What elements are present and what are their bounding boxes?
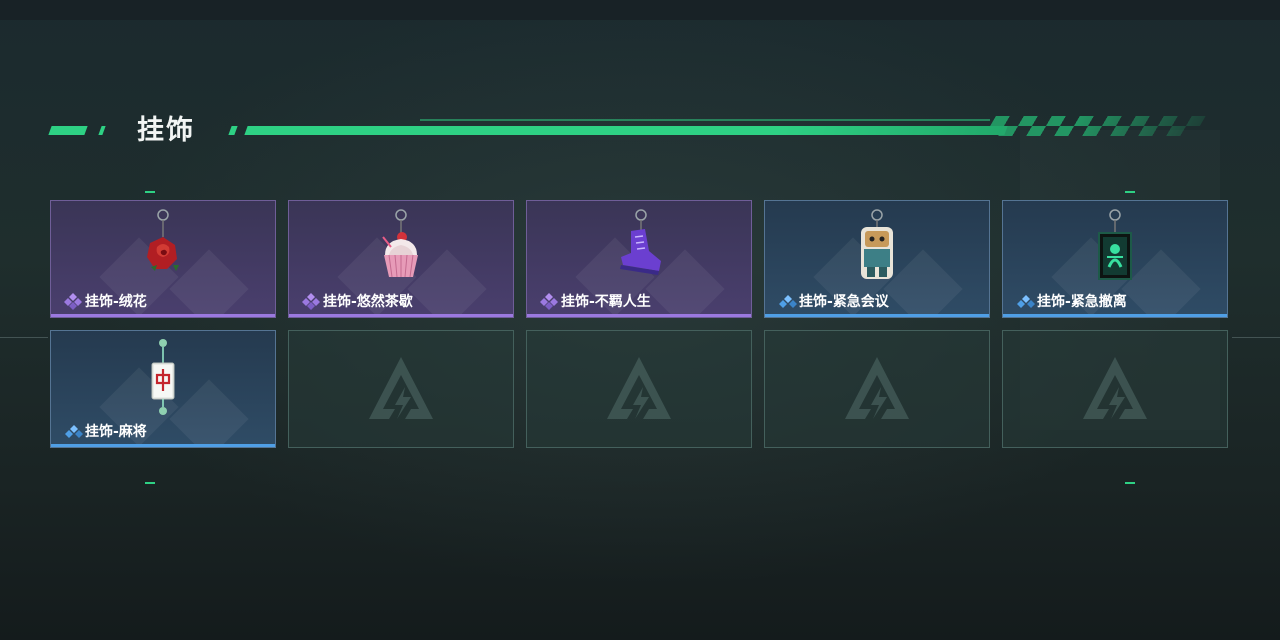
header-accent-line (420, 119, 990, 121)
mahjong-tile-charm-icon (151, 339, 175, 415)
empty-slot[interactable] (526, 330, 752, 448)
game-logo-icon (1083, 357, 1147, 419)
charm-label: 挂饰-麻将 (85, 424, 147, 440)
epic-rarity-icon (302, 293, 320, 310)
charm-card[interactable]: 挂饰-悠然茶歇 (288, 200, 514, 318)
epic-rarity-icon (540, 293, 558, 310)
rare-rarity-icon (1017, 295, 1035, 308)
header-accent-dash (228, 126, 238, 135)
corner-tick (1125, 482, 1135, 484)
sneaker-charm-icon (620, 209, 661, 275)
side-guide-line (1232, 337, 1280, 338)
section-title: 挂饰 (137, 115, 195, 146)
charm-card[interactable]: 挂饰-紧急撤离 (1002, 200, 1228, 318)
game-logo-icon (845, 357, 909, 419)
rarity-bar (527, 314, 751, 317)
game-logo-icon (369, 357, 433, 419)
charm-label: 挂饰-紧急撤离 (1037, 294, 1127, 310)
rarity-bar (51, 444, 275, 447)
rare-rarity-icon (779, 295, 797, 308)
charm-label: 挂饰-绒花 (85, 294, 147, 310)
rarity-bar (289, 314, 513, 317)
emergency-sign-charm-icon (1098, 209, 1132, 280)
charm-card[interactable]: 挂饰-不羁人生 (526, 200, 752, 318)
charm-card[interactable]: 挂饰-紧急会议 (764, 200, 990, 318)
empty-slot[interactable] (764, 330, 990, 448)
charm-card[interactable]: 挂饰-麻将 (50, 330, 276, 448)
charm-card[interactable]: 挂饰-绒花 (50, 200, 276, 318)
empty-slot[interactable] (288, 330, 514, 448)
rarity-bar (51, 314, 275, 317)
robot-charm-icon (861, 209, 893, 279)
empty-slot[interactable] (1002, 330, 1228, 448)
cupcake-charm-icon (382, 209, 418, 278)
corner-tick (145, 482, 155, 484)
header-checker-pattern (984, 116, 1206, 136)
side-guide-line (0, 337, 48, 338)
corner-tick (145, 191, 155, 193)
charm-grid: 挂饰-绒花 挂饰-悠然茶歇 挂饰-不羁人生 挂饰-紧急会议 挂饰-紧急撤离 挂饰… (50, 200, 1230, 450)
charm-label: 挂饰-紧急会议 (799, 294, 889, 310)
header-accent-bar (244, 126, 1008, 135)
rose-charm-icon (147, 209, 179, 271)
header-accent-dash (98, 126, 106, 135)
epic-rarity-icon (64, 293, 82, 310)
corner-tick (1125, 191, 1135, 193)
charm-label: 挂饰-不羁人生 (561, 294, 651, 310)
rare-rarity-icon (65, 425, 83, 438)
rarity-bar (765, 314, 989, 317)
rarity-bar (1003, 314, 1227, 317)
charm-label: 挂饰-悠然茶歇 (323, 294, 413, 310)
game-logo-icon (607, 357, 671, 419)
top-bar (0, 0, 1280, 20)
header-accent-dash (48, 126, 88, 135)
section-header: 挂饰 (0, 108, 1280, 148)
